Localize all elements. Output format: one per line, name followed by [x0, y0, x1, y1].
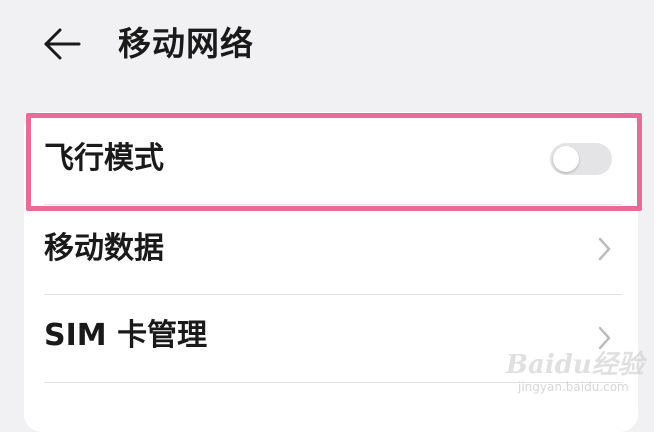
airplane-mode-label: 飞行模式 — [44, 141, 164, 176]
back-button[interactable] — [40, 22, 84, 66]
sim-management-row[interactable]: SIM 卡管理 — [24, 294, 638, 382]
mobile-data-row[interactable]: 移动数据 — [24, 204, 638, 294]
airplane-mode-row[interactable]: 飞行模式 — [24, 112, 638, 204]
mobile-data-label: 移动数据 — [44, 231, 164, 266]
airplane-mode-toggle[interactable] — [550, 143, 612, 175]
chevron-right-icon — [598, 237, 611, 261]
next-row-partial[interactable] — [24, 382, 638, 432]
arrow-left-icon — [44, 28, 81, 60]
sim-management-label: SIM 卡管理 — [44, 318, 208, 353]
toggle-knob — [553, 146, 579, 172]
chevron-right-icon — [598, 326, 611, 350]
header: 移动网络 — [0, 0, 654, 90]
settings-card: 飞行模式 移动数据 SIM 卡管理 — [24, 112, 638, 432]
page-title: 移动网络 — [118, 24, 254, 63]
